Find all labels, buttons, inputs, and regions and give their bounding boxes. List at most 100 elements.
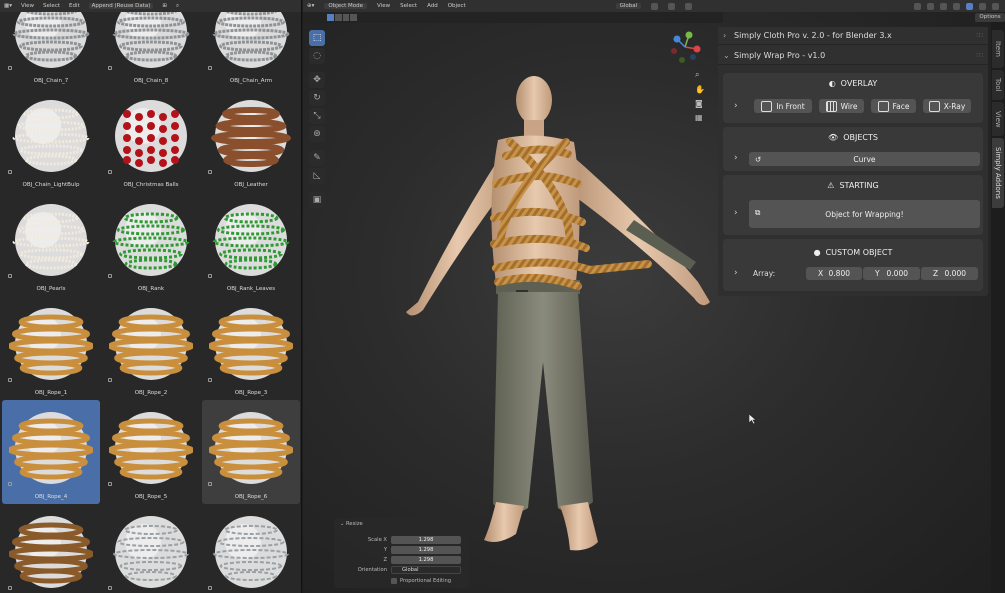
resize-panel-header[interactable]: ⌄ Resize: [340, 521, 363, 527]
xray-icon[interactable]: [953, 2, 960, 10]
asset-tile[interactable]: OBJ_Christmas Balls: [102, 88, 200, 192]
face-icon: [877, 100, 889, 112]
measure-tool-icon[interactable]: ◺: [309, 168, 325, 184]
asset-tile[interactable]: OBJ_Rope_6: [202, 400, 300, 504]
asset-tile[interactable]: OBJ_Rope_2: [102, 296, 200, 400]
asset-tile[interactable]: OBJ_Rank: [102, 192, 200, 296]
chevron-right-icon[interactable]: ›: [734, 208, 738, 218]
snap-icon[interactable]: [668, 2, 676, 10]
curve-icon: ↺: [755, 154, 762, 164]
tool-shelf: ⬚ ◌ ✥ ↻ ⤡ ⊛ ✎ ◺ ▣: [309, 30, 325, 208]
eye-icon: 👁: [828, 133, 839, 142]
menu-view[interactable]: View: [377, 3, 390, 9]
orientation-dropdown[interactable]: Global: [615, 3, 642, 9]
tab-simply-addons[interactable]: Simply Addons: [992, 138, 1004, 208]
annotate-tool-icon[interactable]: ✎: [309, 150, 325, 166]
in-front-button[interactable]: In Front: [754, 99, 812, 113]
asset-name: OBJ_Chain_LightBulp: [22, 182, 80, 188]
search-icon[interactable]: ⌕: [176, 3, 179, 10]
proportional-icon[interactable]: [685, 2, 693, 10]
editor-type-3d-icon[interactable]: ⊕▾: [307, 3, 314, 9]
tab-tool[interactable]: Tool: [992, 70, 1004, 100]
pivot-icon[interactable]: [651, 2, 659, 10]
mouse-cursor-icon: [749, 414, 757, 424]
asset-tile[interactable]: OBJ_Chain_Arm: [202, 0, 300, 88]
asset-tile[interactable]: OBJ_Rope_5: [102, 400, 200, 504]
gizmo-icon[interactable]: [927, 2, 934, 10]
asset-thumbnail: [12, 100, 90, 172]
array-y-field[interactable]: Y 0.000: [863, 267, 920, 280]
object-for-wrapping-button[interactable]: ⧉ Object for Wrapping!: [749, 200, 980, 228]
menu-add[interactable]: Add: [427, 3, 438, 9]
drag-handle-icon[interactable]: ∷∷: [976, 32, 983, 39]
character-model[interactable]: [398, 72, 718, 562]
asset-marker-icon: [108, 586, 112, 590]
scale-z-row: Z 1.298: [334, 556, 469, 565]
wire-button[interactable]: Wire: [819, 99, 864, 113]
asset-browser: ▦▾ View Select Edit Append (Reuse Data) …: [0, 0, 302, 593]
asset-tile[interactable]: OBJ_Chain_LightBulp: [2, 88, 100, 192]
asset-tile[interactable]: OBJ_Rope_7: [2, 504, 100, 593]
import-method-dropdown[interactable]: Append (Reuse Data): [88, 3, 154, 9]
browser-menu-view[interactable]: View: [21, 3, 34, 9]
cursor-tool-icon[interactable]: ◌: [309, 48, 325, 64]
select-box-icon[interactable]: ⬚: [309, 30, 325, 46]
add-cube-tool-icon[interactable]: ▣: [309, 192, 325, 208]
asset-tile[interactable]: OBJ_Rope_1: [2, 296, 100, 400]
proportional-checkbox[interactable]: [391, 578, 397, 584]
resize-operator-panel: ⌄ Resize Scale X 1.298 Y 1.298 Z 1.298 O…: [334, 518, 469, 588]
asset-marker-icon: [108, 170, 112, 174]
asset-tile[interactable]: OBJ_Chain_7: [2, 0, 100, 88]
visibility-icon[interactable]: [914, 2, 921, 10]
rendered-shading-icon[interactable]: [992, 2, 999, 10]
array-y-axis-label: Y: [875, 269, 880, 278]
move-tool-icon[interactable]: ✥: [309, 72, 325, 88]
chevron-right-icon[interactable]: ›: [734, 268, 738, 278]
overlay-icon[interactable]: [940, 2, 947, 10]
asset-tile[interactable]: OBJ_Spikes_2: [202, 504, 300, 593]
browser-menu-edit[interactable]: Edit: [69, 3, 80, 9]
asset-tile[interactable]: OBJ_Chain_8: [102, 0, 200, 88]
browser-menu-select[interactable]: Select: [43, 3, 60, 9]
wrap-panel-header[interactable]: ⌄ Simply Wrap Pro - v1.0 ∷∷: [718, 47, 988, 65]
scale-z-field[interactable]: 1.298: [391, 556, 461, 564]
asset-thumbnail: [9, 412, 93, 484]
chevron-right-icon[interactable]: ›: [734, 101, 738, 111]
material-shading-icon[interactable]: [979, 2, 986, 10]
scale-x-field[interactable]: 1.298: [391, 536, 461, 544]
asset-tile[interactable]: OBJ_Rank_Leaves: [202, 192, 300, 296]
orientation-select[interactable]: Global: [391, 566, 461, 574]
overlay-heading-text: OVERLAY: [840, 79, 878, 88]
select-mode-icons[interactable]: [327, 14, 357, 22]
solid-shading-icon[interactable]: [966, 2, 973, 10]
mode-dropdown[interactable]: Object Mode: [324, 3, 368, 9]
menu-select[interactable]: Select: [400, 3, 417, 9]
wrap-object-icon: ⧉: [755, 208, 761, 217]
cloth-panel-header[interactable]: › Simply Cloth Pro v. 2.0 - for Blender …: [718, 27, 988, 45]
sidebar-tabs: Item Tool View Simply Addons: [991, 12, 1005, 593]
drag-handle-icon[interactable]: ∷∷: [976, 52, 983, 59]
array-x-field[interactable]: X 0.800: [806, 267, 862, 280]
curve-button[interactable]: ↺ Curve: [749, 152, 980, 166]
asset-tile[interactable]: OBJ_Rope_4: [2, 400, 100, 504]
tab-item[interactable]: Item: [992, 30, 1004, 68]
transform-tool-icon[interactable]: ⊛: [309, 126, 325, 142]
starting-heading-text: STARTING: [839, 181, 879, 190]
asset-tile[interactable]: OBJ_Leather: [202, 88, 300, 192]
editor-type-icon[interactable]: ▦▾: [4, 3, 12, 9]
scale-y-field[interactable]: 1.298: [391, 546, 461, 554]
rotate-tool-icon[interactable]: ↻: [309, 90, 325, 106]
array-z-field[interactable]: Z 0.000: [921, 267, 978, 280]
options-button[interactable]: Options: [975, 13, 1005, 22]
scale-tool-icon[interactable]: ⤡: [309, 108, 325, 124]
asset-tile[interactable]: OBJ_Spikes_1: [102, 504, 200, 593]
face-button[interactable]: Face: [871, 99, 916, 113]
asset-tile[interactable]: OBJ_Rope_3: [202, 296, 300, 400]
xray-button[interactable]: X-Ray: [923, 99, 971, 113]
tab-view[interactable]: View: [992, 102, 1004, 136]
menu-object[interactable]: Object: [448, 3, 466, 9]
chevron-right-icon[interactable]: ›: [734, 153, 738, 163]
navigation-gizmo-icon[interactable]: [668, 30, 702, 64]
asset-tile[interactable]: OBJ_Pearls: [2, 192, 100, 296]
filter-icon[interactable]: ⊞: [162, 3, 167, 9]
